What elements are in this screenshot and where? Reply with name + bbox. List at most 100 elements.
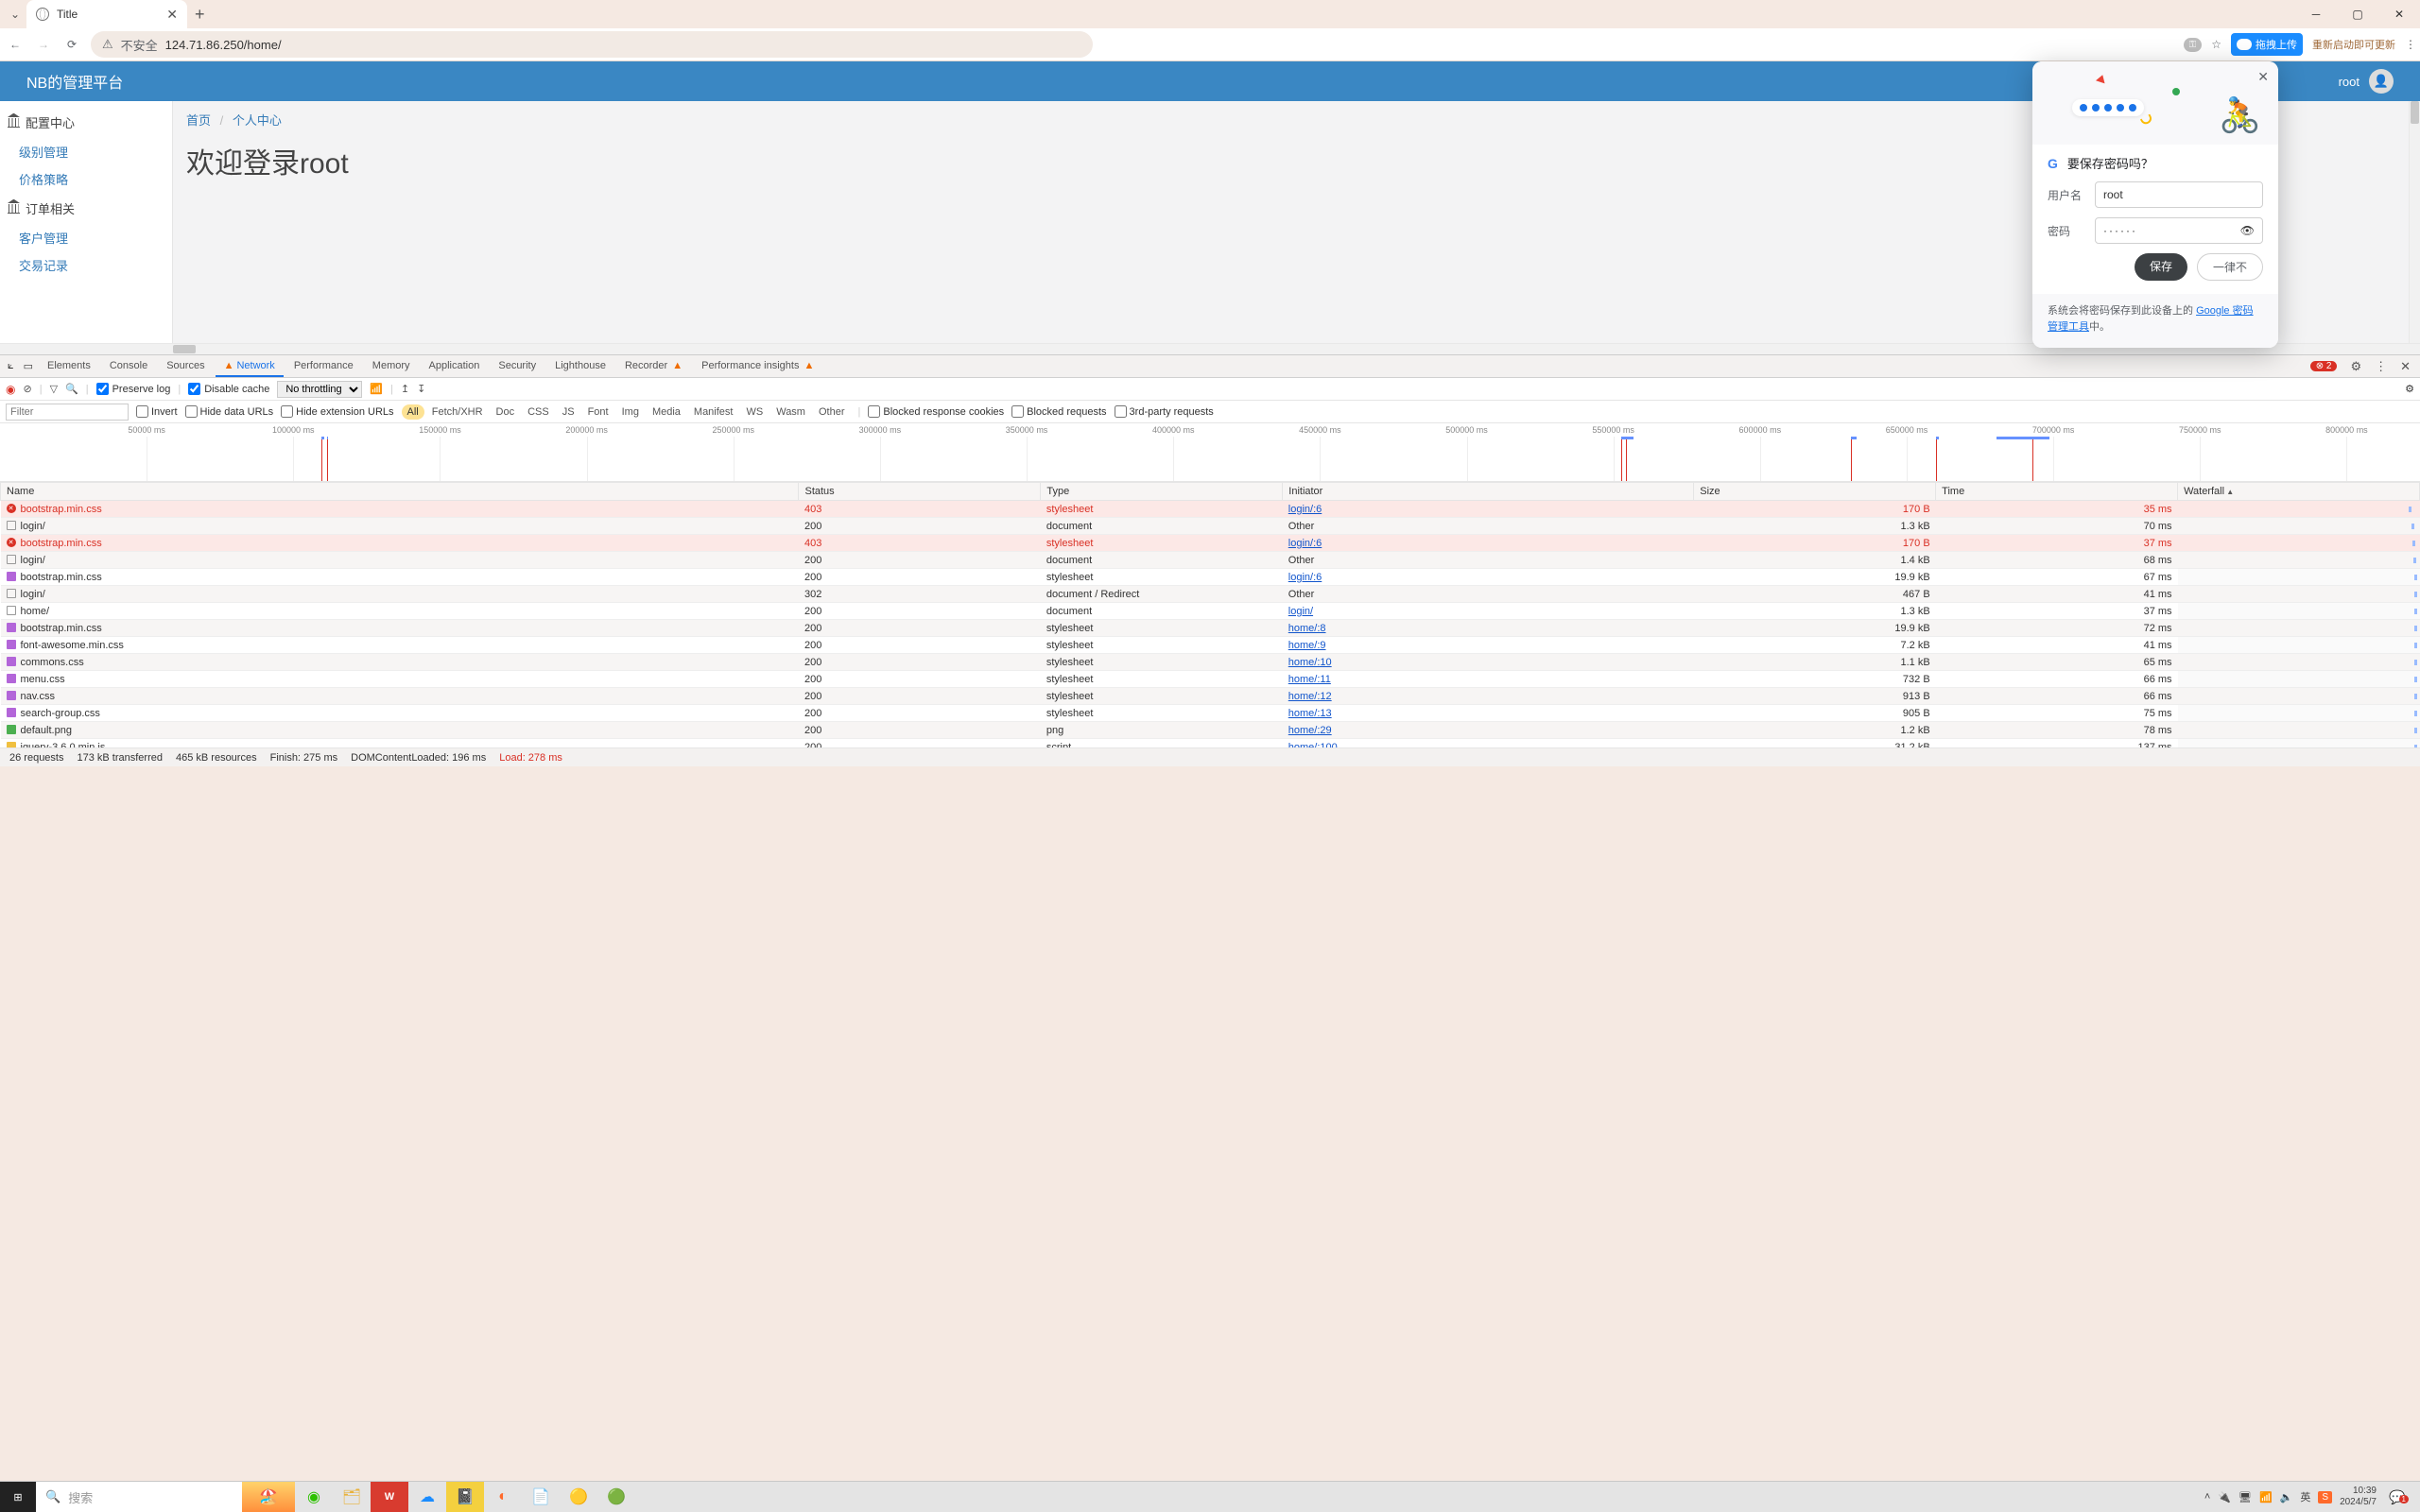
table-row[interactable]: default.png200pnghome/:291.2 kB78 ms (1, 722, 2420, 739)
taskbar-app-widget[interactable]: 🏖️ (242, 1482, 295, 1512)
wifi-icon[interactable]: 📶 (370, 383, 383, 395)
tray-wifi-icon[interactable]: 📶 (2259, 1491, 2273, 1503)
tray-volume-icon[interactable]: 🔈 (2280, 1491, 2293, 1503)
save-button[interactable]: 保存 (2135, 253, 2187, 281)
record-icon[interactable]: ◉ (6, 383, 15, 396)
tab-security[interactable]: Security (490, 356, 544, 377)
table-row[interactable]: login/200documentOther1.4 kB68 ms (1, 552, 2420, 569)
tab-network[interactable]: ▲Network (216, 356, 284, 377)
url-bar[interactable]: ⚠ 不安全 124.71.86.250/home/ (91, 31, 1093, 58)
network-filter-input[interactable] (6, 404, 129, 421)
window-close[interactable]: ✕ (2378, 0, 2420, 28)
taskbar-app-text[interactable]: 📄 (522, 1482, 560, 1512)
inspect-element-icon[interactable]: ⟀ (4, 360, 18, 372)
table-row[interactable]: home/200documentlogin/1.3 kB37 ms (1, 603, 2420, 620)
table-row[interactable]: bootstrap.min.css200stylesheetlogin/:619… (1, 569, 2420, 586)
table-row[interactable]: font-awesome.min.css200stylesheethome/:9… (1, 637, 2420, 654)
filter-type-img[interactable]: Img (616, 404, 645, 420)
taskbar-search[interactable]: 🔍 搜索 (36, 1482, 242, 1512)
window-minimize[interactable]: ─ (2295, 0, 2337, 28)
blocked-cookies-checkbox[interactable]: Blocked response cookies (868, 405, 1004, 418)
invert-checkbox[interactable]: Invert (136, 405, 178, 418)
network-request-table[interactable]: NameStatusTypeInitiatorSizeTimeWaterfall… (0, 482, 2420, 747)
network-settings-icon[interactable]: ⚙ (2405, 383, 2414, 395)
taskbar-app-wps[interactable]: W (371, 1482, 408, 1512)
filter-type-manifest[interactable]: Manifest (688, 404, 739, 420)
new-tab-button[interactable]: + (195, 5, 205, 25)
error-count-badge[interactable]: ⊗ 2 (2310, 361, 2338, 371)
device-toolbar-icon[interactable]: ▭ (20, 360, 37, 372)
filter-type-wasm[interactable]: Wasm (770, 404, 811, 420)
clear-icon[interactable]: ⊘ (23, 383, 31, 395)
nav-back-icon[interactable]: ← (6, 38, 25, 51)
tray-ime-lang[interactable]: 英 (2300, 1489, 2310, 1504)
filter-type-all[interactable]: All (402, 404, 424, 420)
sidebar-item-price[interactable]: 价格策略 (0, 165, 172, 193)
tray-ime-icon[interactable]: S (2318, 1491, 2332, 1503)
network-timeline[interactable]: 50000 ms100000 ms150000 ms200000 ms25000… (0, 423, 2420, 482)
bookmark-icon[interactable]: ☆ (2211, 38, 2221, 51)
devtools-settings-icon[interactable]: ⚙ (2344, 359, 2367, 374)
tab-list-dropdown[interactable]: ⌄ (4, 8, 26, 21)
filter-icon[interactable]: ▽ (50, 383, 58, 395)
devtools-close-icon[interactable]: ✕ (2394, 359, 2416, 374)
tray-monitor-icon[interactable]: 🖥 (2238, 1491, 2252, 1503)
col-size[interactable]: Size (1694, 483, 1936, 501)
username-field[interactable]: root (2095, 181, 2263, 208)
taskbar-app-explorer[interactable]: 🗂 (333, 1482, 371, 1512)
col-name[interactable]: Name (1, 483, 799, 501)
filter-type-other[interactable]: Other (813, 404, 851, 420)
third-party-checkbox[interactable]: 3rd-party requests (1115, 405, 1214, 418)
update-hint[interactable]: 重新启动即可更新 (2312, 37, 2395, 52)
table-row[interactable]: bootstrap.min.css200stylesheethome/:819.… (1, 620, 2420, 637)
tab-elements[interactable]: Elements (39, 356, 99, 377)
filter-type-css[interactable]: CSS (522, 404, 555, 420)
table-row[interactable]: nav.css200stylesheethome/:12913 B66 ms (1, 688, 2420, 705)
tray-notifications-icon[interactable]: 💬1 (2384, 1489, 2411, 1505)
filter-type-media[interactable]: Media (647, 404, 686, 420)
table-row[interactable]: login/200documentOther1.3 kB70 ms (1, 518, 2420, 535)
tray-chevron-up-icon[interactable]: ˄ (2204, 1491, 2210, 1503)
col-time[interactable]: Time (1936, 483, 2178, 501)
tab-memory[interactable]: Memory (364, 356, 419, 377)
taskbar-app-baidu[interactable]: ☁ (408, 1482, 446, 1512)
blocked-requests-checkbox[interactable]: Blocked requests (1011, 405, 1106, 418)
start-button[interactable]: ⊞ (0, 1482, 36, 1512)
sidebar-item-transaction[interactable]: 交易记录 (0, 251, 172, 279)
tab-lighthouse[interactable]: Lighthouse (546, 356, 614, 377)
taskbar-app-chrome2[interactable]: 🟢 (597, 1482, 635, 1512)
popup-close-icon[interactable]: ✕ (2257, 69, 2269, 85)
tab-sources[interactable]: Sources (158, 356, 213, 377)
col-status[interactable]: Status (799, 483, 1041, 501)
filter-type-ws[interactable]: WS (740, 404, 769, 420)
download-har-icon[interactable]: ↧ (417, 383, 425, 395)
throttling-select[interactable]: No throttling (277, 381, 362, 398)
disable-cache-checkbox[interactable]: Disable cache (188, 383, 269, 395)
password-key-icon[interactable]: ⚿ (2184, 38, 2203, 52)
tray-clock[interactable]: 10:39 2024/5/7 (2340, 1486, 2377, 1508)
table-row[interactable]: bootstrap.min.css403stylesheetlogin/:617… (1, 501, 2420, 518)
tab-close-icon[interactable]: ✕ (166, 7, 178, 23)
tray-power-icon[interactable]: 🔌 (2218, 1491, 2231, 1503)
hide-ext-urls-checkbox[interactable]: Hide extension URLs (281, 405, 393, 418)
upload-har-icon[interactable]: ↥ (401, 383, 409, 395)
sidebar-item-customer[interactable]: 客户管理 (0, 224, 172, 251)
table-row[interactable]: jquery-3.6.0.min.js200scripthome/:10031.… (1, 739, 2420, 748)
taskbar-app-todesk[interactable]: ◐ (484, 1482, 522, 1512)
filter-type-js[interactable]: JS (557, 404, 580, 420)
table-row[interactable]: login/302document / RedirectOther467 B41… (1, 586, 2420, 603)
search-icon[interactable]: 🔍 (65, 383, 78, 395)
nav-reload-icon[interactable]: ⟳ (62, 38, 81, 51)
browser-tab[interactable]: Title ✕ (26, 0, 187, 28)
tab-performance[interactable]: Performance (285, 356, 362, 377)
filter-type-fetchxhr[interactable]: Fetch/XHR (426, 404, 489, 420)
taskbar-app-chrome[interactable]: 🟡 (560, 1482, 597, 1512)
avatar[interactable]: 👤 (2369, 69, 2394, 94)
app-vscrollbar[interactable] (2409, 101, 2420, 343)
chrome-menu-icon[interactable]: ⋮ (2405, 38, 2414, 51)
taskbar-app-notepad[interactable]: 📓 (446, 1482, 484, 1512)
breadcrumb-personal[interactable]: 个人中心 (233, 113, 282, 128)
preserve-log-checkbox[interactable]: Preserve log (96, 383, 171, 395)
taskbar-app-wechat[interactable]: ◉ (295, 1482, 333, 1512)
devtools-menu-icon[interactable]: ⋮ (2369, 359, 2393, 374)
